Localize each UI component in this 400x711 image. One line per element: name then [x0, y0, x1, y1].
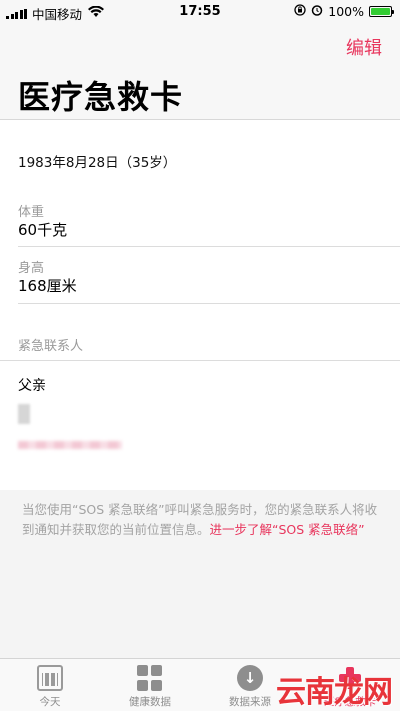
tab-health-data[interactable]: 健康数据 — [100, 659, 200, 711]
grid-icon — [137, 665, 163, 691]
tab-today[interactable]: 今天 — [0, 659, 100, 711]
page-title: 医疗急救卡 — [18, 78, 184, 116]
sos-learn-more-link[interactable]: 进一步了解“SOS 紧急联络” — [210, 522, 365, 537]
calendar-icon — [37, 665, 63, 691]
watermark-logo: 云南龙网 — [276, 675, 393, 710]
contact-relation: 父亲 — [18, 378, 46, 394]
battery-icon — [369, 6, 394, 17]
navigation-bar: 编辑 医疗急救卡 — [0, 24, 400, 120]
download-icon: ↓ — [237, 665, 263, 691]
divider — [18, 246, 400, 247]
battery-percent: 100% — [328, 4, 364, 19]
divider — [0, 360, 400, 361]
emergency-contacts-label: 紧急联系人 — [18, 339, 84, 354]
weight-label: 体重 — [18, 205, 45, 220]
divider — [18, 303, 400, 304]
redacted-contact-name — [18, 404, 30, 424]
height-value: 168厘米 — [18, 277, 77, 295]
height-label: 身高 — [18, 261, 45, 276]
status-right: 100% — [294, 4, 394, 19]
edit-button[interactable]: 编辑 — [346, 34, 382, 60]
status-bar: 中国移动 17:55 100% — [0, 0, 400, 24]
tab-label: 健康数据 — [129, 696, 171, 708]
orientation-lock-icon — [294, 4, 306, 19]
tab-label: 今天 — [39, 696, 61, 708]
redacted-contact-phone[interactable] — [18, 441, 122, 449]
date-of-birth: 1983年8月28日（35岁） — [18, 155, 177, 171]
tab-label: 数据来源 — [229, 696, 271, 708]
sos-footnote: 当您使用“SOS 紧急联络”呼叫紧急服务时，您的紧急联系人将收到通知并获取您的当… — [22, 500, 384, 540]
weight-value: 60千克 — [18, 221, 68, 239]
alarm-icon — [311, 4, 323, 19]
